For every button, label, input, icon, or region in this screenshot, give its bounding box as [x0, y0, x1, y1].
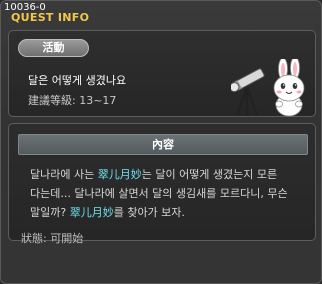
window-title: QUEST INFO [11, 11, 90, 24]
quest-info-window: 10036-0 QUEST INFO 活動 달은 어떻게 생겼나요 建議等級: … [0, 0, 322, 284]
quest-name: 달은 어떻게 생겼나요 [28, 74, 127, 87]
bunny-telescope-icon [231, 59, 305, 117]
description-text: 다는데... 달나라에 살면서 달의 생김새를 모르다니, 무슨 [30, 187, 288, 200]
npc-name-highlight: 翠儿月妙 [97, 168, 142, 181]
description-text: 를 찾아가 보자. [113, 206, 185, 219]
content-header: 內容 [18, 134, 308, 155]
category-badge: 活動 [18, 39, 89, 57]
quest-summary-panel: 活動 달은 어떻게 생겼나요 建議等級: 13~17 [8, 30, 316, 117]
npc-name-highlight: 翠儿月妙 [69, 206, 114, 219]
quest-status: 狀態: 可開始 [21, 232, 84, 245]
description-text: 말일까? [30, 206, 70, 219]
description-text: 는 달이 어떻게 생겼는지 모른 [141, 168, 278, 181]
quest-detail-panel: 內容 달나라에 사는 翠儿月妙는 달이 어떻게 생겼는지 모른 다는데... 달… [8, 123, 316, 241]
description-text: 달나라에 사는 [30, 168, 98, 181]
recommended-level: 建議等級: 13~17 [28, 94, 117, 107]
quest-description: 달나라에 사는 翠儿月妙는 달이 어떻게 생겼는지 모른 다는데... 달나라에… [30, 165, 314, 222]
